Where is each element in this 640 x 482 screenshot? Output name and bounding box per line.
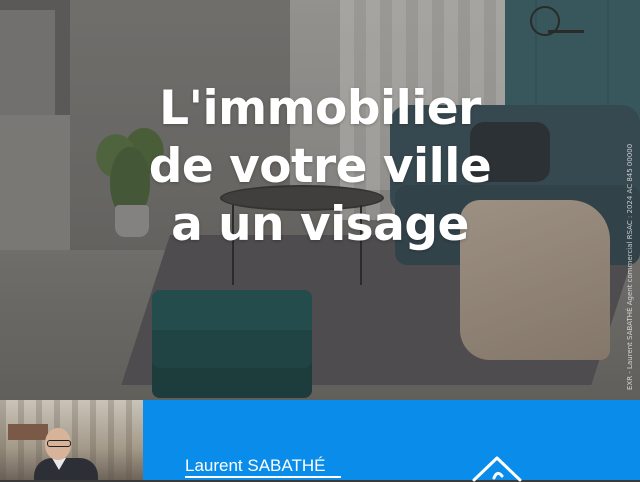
- legal-mention: EXR - Laurent SABATHÉ Agent commercial R…: [626, 143, 634, 390]
- photo-shop-awning: [8, 424, 48, 440]
- agent-name: Laurent SABATHÉ: [185, 456, 326, 475]
- hero-headline: L'immobilier de votre ville a un visage: [0, 80, 640, 254]
- hero-banner: L'immobilier de votre ville a un visage …: [0, 0, 640, 400]
- headline-line-2: de votre ville: [148, 139, 492, 194]
- headline-line-1: L'immobilier: [159, 81, 481, 136]
- agent-glasses: [47, 440, 71, 447]
- house-outline-icon: [472, 456, 522, 482]
- agent-name-underline: [185, 476, 341, 478]
- headline-line-3: a un visage: [171, 197, 469, 252]
- agent-photo: [0, 400, 143, 480]
- agent-body: [34, 458, 98, 480]
